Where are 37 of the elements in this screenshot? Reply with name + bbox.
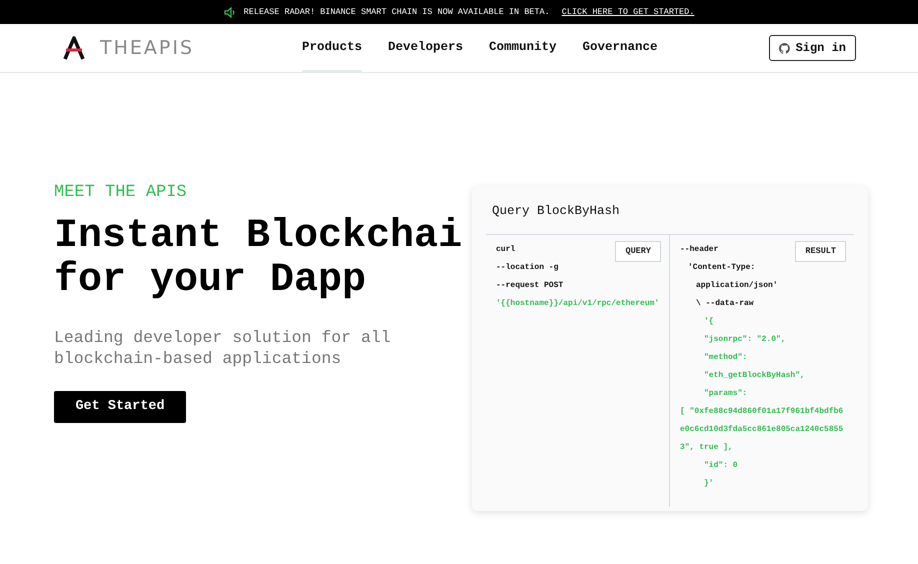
- code-line: "eth_getBlockByHash",: [704, 370, 805, 380]
- github-icon: [778, 42, 790, 54]
- announcement-text: RELEASE RADAR! BINANCE SMART CHAIN IS NOW AVAILABLE IN BETA.: [244, 6, 550, 18]
- eyebrow-text: MEET THE APIS: [54, 183, 188, 203]
- code-line: 3", true ],: [680, 442, 733, 452]
- code-line: "jsonrpc": "2.0",: [704, 334, 786, 344]
- speaker-icon: [224, 6, 236, 18]
- code-line: e0c6cd10d3fda5cc861e805ca1240c5855: [680, 424, 844, 434]
- logo-text: THEAPIS: [100, 36, 194, 61]
- nav-link[interactable]: Community: [489, 24, 557, 72]
- sign-in-button[interactable]: Sign in: [768, 35, 856, 61]
- code-line: --request POST: [496, 280, 564, 290]
- code-line: --header: [680, 244, 718, 254]
- code-line: '{: [704, 316, 714, 326]
- announcement-link[interactable]: CLICK HERE TO GET STARTED.: [562, 6, 694, 18]
- code-line: '{{hostname}}/api/v1/rpc/ethereum': [496, 298, 660, 308]
- logo-icon: [62, 36, 86, 60]
- code-line: application/json': [696, 280, 778, 290]
- hero-title-line: for your Dapp: [54, 259, 368, 303]
- get-started-button[interactable]: Get Started: [54, 391, 186, 423]
- card-title: Query BlockByHash: [491, 203, 621, 220]
- code-button[interactable]: RESULT: [795, 240, 846, 262]
- hero-title-line: Instant Blockchai: [54, 215, 464, 259]
- code-button[interactable]: QUERY: [615, 240, 661, 262]
- nav-link[interactable]: Products: [302, 24, 362, 72]
- code-line: 'Content-Type:: [688, 262, 756, 272]
- code-line: [ "0xfe88c94d860f01a17f961bf4bdfb6: [680, 406, 844, 416]
- code-line: "params":: [704, 388, 748, 398]
- nav-link[interactable]: Governance: [582, 24, 658, 72]
- code-line: --location -g: [496, 262, 558, 272]
- nav-link[interactable]: Developers: [388, 24, 464, 72]
- code-line: }': [704, 478, 714, 488]
- code-line: "id": 0: [704, 460, 738, 470]
- code-line: \ --data-raw: [696, 298, 754, 308]
- code-line: curl: [496, 244, 516, 254]
- hero-subtitle: Leading developer solution for all blockchain-based applications: [54, 327, 392, 369]
- code-line: "method":: [704, 352, 748, 362]
